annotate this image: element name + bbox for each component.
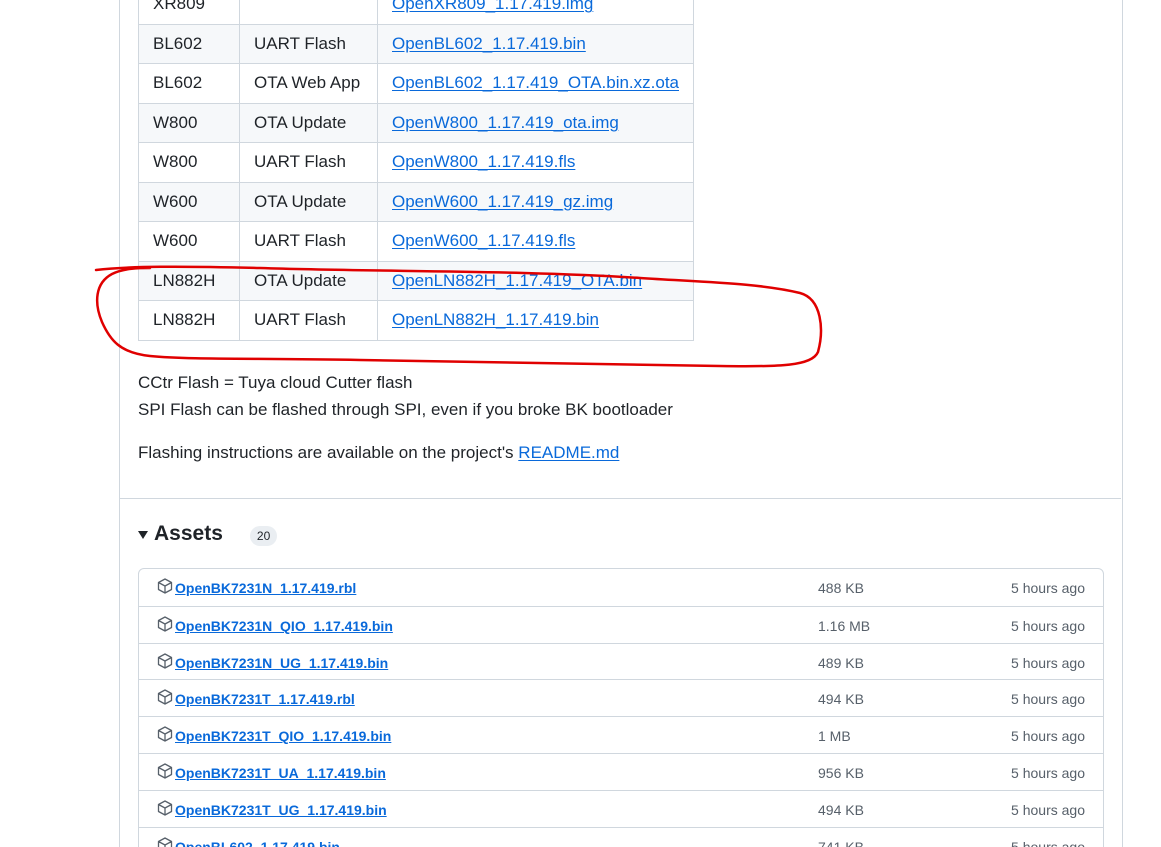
asset-row: OpenBK7231N_QIO_1.17.419.bin 1.16 MB 5 hou… — [139, 605, 1103, 643]
asset-row: OpenBK7231T_UA_1.17.419.bin 956 KB 5 hours… — [139, 752, 1103, 790]
asset-row: OpenBL602_1.17.419.bin 741 KB 5 hours ago — [139, 826, 1103, 847]
firmware-file-link[interactable]: OpenLN882H_1.17.419_OTA.bin — [392, 271, 642, 290]
firmware-file-link[interactable]: OpenW800_1.17.419.fls — [392, 152, 575, 171]
method-cell: UART Flash — [239, 300, 378, 341]
asset-size: 741 KB — [818, 838, 864, 847]
platform-cell: W600 — [138, 221, 240, 262]
platform-cell: W800 — [138, 102, 240, 143]
asset-download-link[interactable]: OpenBK7231N_QIO_1.17.419.bin — [175, 618, 393, 634]
file-cell: OpenBL602_1.17.419.bin — [377, 23, 694, 64]
package-icon — [157, 800, 174, 817]
method-cell: OTA Web App — [239, 63, 378, 104]
firmware-file-link[interactable]: OpenW800_1.17.419_ota.img — [392, 113, 619, 132]
firmware-file-link[interactable]: OpenLN882H_1.17.419.bin — [392, 310, 599, 329]
asset-row: OpenBK7231N_1.17.419.rbl 488 KB 5 hours ag… — [139, 569, 1103, 606]
triangle-down-icon — [138, 531, 148, 539]
package-icon — [157, 578, 174, 595]
package-icon — [157, 652, 174, 670]
firmware-row: W600 UART Flash OpenW600_1.17.419.fls — [138, 221, 694, 262]
firmware-file-link[interactable]: OpenXR809_1.17.419.img — [392, 0, 593, 13]
firmware-row: W600 OTA Update OpenW600_1.17.419_gz.img — [138, 181, 694, 222]
method-cell — [239, 0, 378, 25]
asset-download-link[interactable]: OpenBK7231N_UG_1.17.419.bin — [175, 655, 388, 671]
method-cell: OTA Update — [239, 260, 378, 301]
asset-size: 494 KB — [818, 691, 864, 708]
note-instructions: Flashing instructions are available on t… — [138, 439, 673, 466]
asset-row: OpenBK7231T_UG_1.17.419.bin 494 KB 5 hours… — [139, 789, 1103, 827]
asset-download-link[interactable]: OpenBK7231T_1.17.419.rbl — [175, 691, 355, 707]
file-cell: OpenW600_1.17.419.fls — [377, 221, 694, 262]
package-icon — [157, 616, 174, 633]
firmware-table: XR809 OpenXR809_1.17.419.img BL602 UART Fla… — [138, 0, 694, 341]
assets-toggle[interactable]: Assets 20 — [138, 522, 278, 546]
instructions-text: Flashing instructions are available on t… — [138, 443, 519, 462]
file-cell: OpenW800_1.17.419_ota.img — [377, 102, 694, 143]
readme-link[interactable]: README.md — [518, 443, 619, 462]
firmware-file-link[interactable]: OpenW600_1.17.419.fls — [392, 231, 575, 250]
asset-time: 5 hours ago — [1011, 801, 1085, 818]
package-icon — [157, 726, 174, 743]
asset-time: 5 hours ago — [1011, 728, 1085, 745]
platform-cell: LN882H — [138, 260, 240, 301]
firmware-file-link[interactable]: OpenBL602_1.17.419_OTA.bin.xz.ota — [392, 73, 679, 92]
note-spi: SPI Flash can be flashed through SPI, ev… — [138, 400, 673, 419]
asset-row: OpenBK7231N_UG_1.17.419.bin 489 KB 5 hours… — [139, 642, 1103, 680]
package-icon — [157, 763, 174, 780]
file-cell: OpenW800_1.17.419.fls — [377, 142, 694, 183]
file-cell: OpenBL602_1.17.419_OTA.bin.xz.ota — [377, 63, 694, 104]
assets-title: Assets — [154, 522, 223, 545]
method-cell: UART Flash — [239, 142, 378, 183]
package-icon — [157, 689, 174, 706]
platform-cell: LN882H — [138, 300, 240, 341]
method-cell: OTA Update — [239, 102, 378, 143]
asset-time: 5 hours ago — [1011, 654, 1085, 671]
asset-download-link[interactable]: OpenBK7231T_QIO_1.17.419.bin — [175, 728, 391, 744]
release-notes: CCtr Flash = Tuya cloud Cutter flash SPI… — [138, 369, 673, 466]
asset-time: 5 hours ago — [1011, 764, 1085, 781]
asset-size: 488 KB — [818, 580, 864, 596]
asset-size: 1.16 MB — [818, 617, 871, 634]
asset-size: 1 MB — [818, 728, 851, 745]
note-cctr: CCtr Flash = Tuya cloud Cutter flash — [138, 373, 413, 392]
platform-cell: W800 — [138, 142, 240, 183]
platform-cell: BL602 — [138, 63, 240, 104]
method-cell: UART Flash — [239, 221, 378, 262]
package-icon — [157, 836, 174, 847]
asset-download-link[interactable]: OpenBK7231T_UA_1.17.419.bin — [175, 765, 386, 781]
release-page: XR809 OpenXR809_1.17.419.img BL602 UART Fla… — [0, 0, 1161, 847]
asset-list: OpenBK7231N_1.17.419.rbl 488 KB 5 hours ag… — [138, 568, 1104, 847]
firmware-row: W800 UART Flash OpenW800_1.17.419.fls — [138, 142, 694, 183]
asset-size: 494 KB — [818, 801, 864, 818]
asset-row: OpenBK7231T_QIO_1.17.419.bin 1 MB 5 hours … — [139, 716, 1103, 753]
section-divider — [120, 498, 1121, 499]
file-cell: OpenW600_1.17.419_gz.img — [377, 181, 694, 222]
firmware-row: BL602 UART Flash OpenBL602_1.17.419.bin — [138, 23, 694, 64]
firmware-row: XR809 OpenXR809_1.17.419.img — [138, 0, 694, 25]
asset-time: 5 hours ago — [1011, 838, 1085, 847]
file-cell: OpenLN882H_1.17.419.bin — [377, 300, 694, 341]
firmware-row: BL602 OTA Web App OpenBL602_1.17.419_OTA.b… — [138, 63, 694, 104]
assets-count-badge: 20 — [249, 526, 278, 546]
firmware-file-link[interactable]: OpenBL602_1.17.419.bin — [392, 34, 586, 53]
firmware-row: LN882H OTA Update OpenLN882H_1.17.419_OTA.… — [138, 260, 694, 301]
firmware-row: W800 OTA Update OpenW800_1.17.419_ota.img — [138, 102, 694, 143]
asset-size: 956 KB — [818, 764, 864, 781]
asset-row: OpenBK7231T_1.17.419.rbl 494 KB 5 hours ag… — [139, 679, 1103, 716]
asset-size: 489 KB — [818, 654, 864, 671]
firmware-file-link[interactable]: OpenW600_1.17.419_gz.img — [392, 192, 613, 211]
asset-time: 5 hours ago — [1011, 691, 1085, 708]
method-cell: UART Flash — [239, 23, 378, 64]
asset-time: 5 hours ago — [1011, 617, 1085, 634]
method-cell: OTA Update — [239, 181, 378, 222]
platform-cell: W600 — [138, 181, 240, 222]
asset-download-link[interactable]: OpenBK7231N_1.17.419.rbl — [175, 580, 356, 596]
firmware-row: LN882H UART Flash OpenLN882H_1.17.419.bin — [138, 300, 694, 341]
asset-download-link[interactable]: OpenBK7231T_UG_1.17.419.bin — [175, 802, 387, 818]
platform-cell: BL602 — [138, 23, 240, 64]
file-cell: OpenLN882H_1.17.419_OTA.bin — [377, 260, 694, 301]
file-cell: OpenXR809_1.17.419.img — [377, 0, 694, 25]
platform-cell: XR809 — [138, 0, 240, 25]
asset-time: 5 hours ago — [1011, 580, 1085, 596]
asset-download-link[interactable]: OpenBL602_1.17.419.bin — [175, 839, 340, 847]
